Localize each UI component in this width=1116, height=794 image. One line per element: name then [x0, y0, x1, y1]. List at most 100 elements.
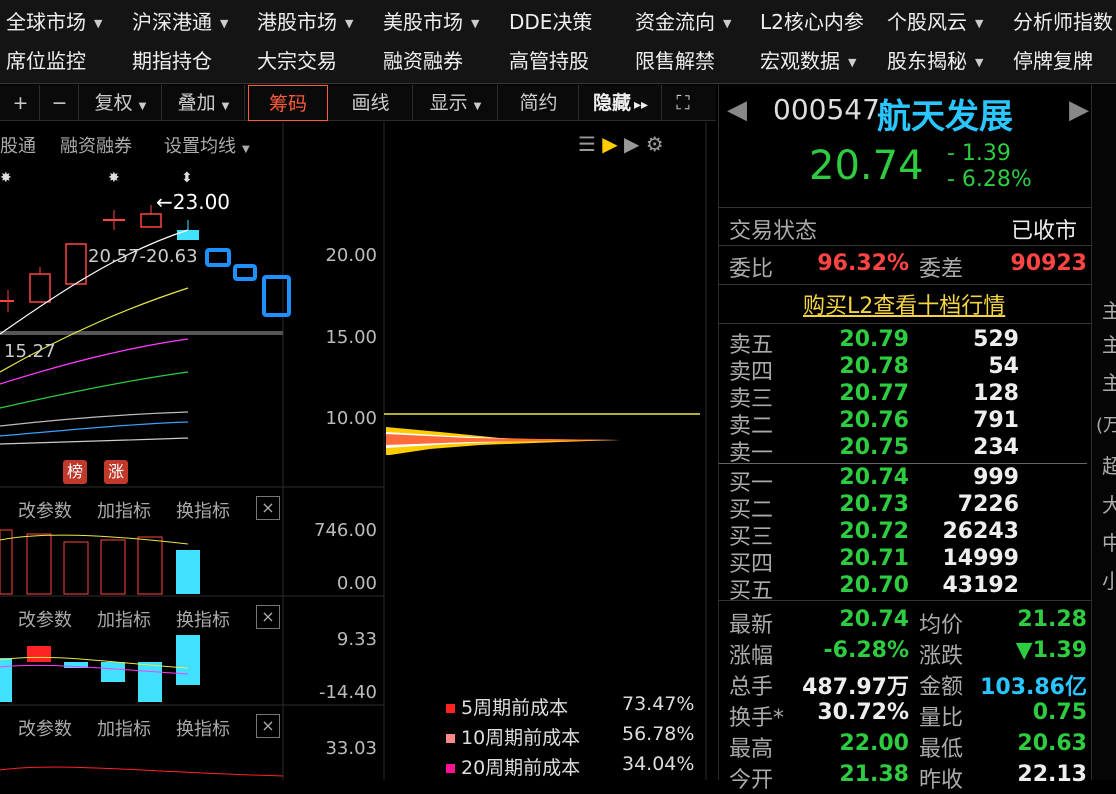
stat-value: 20.74	[839, 607, 909, 632]
next-stock-icon[interactable]: ▶	[1069, 95, 1089, 125]
nav-label: 大宗交易	[257, 49, 337, 73]
nav-hk-stocks[interactable]: 港股市场 ▼	[257, 2, 353, 44]
ask-price: 20.78	[839, 354, 909, 379]
last-price: 20.74	[809, 143, 924, 189]
tab-margin[interactable]: 融资融券	[60, 132, 132, 158]
ranking-badge[interactable]: 榜	[63, 460, 87, 484]
cost-legend-value: 56.78%	[622, 723, 695, 745]
switch-indicator-button[interactable]: 换指标	[176, 715, 230, 741]
divider	[719, 463, 1087, 464]
fuquan-dropdown[interactable]: 复权 ▼	[80, 85, 162, 121]
nav-seat-monitor[interactable]: 席位监控	[6, 41, 86, 81]
chevron-down-icon: ▼	[723, 16, 732, 30]
chevron-down-icon: ▼	[345, 16, 354, 30]
nav-dde[interactable]: DDE决策	[509, 2, 592, 42]
side-label: 超	[1102, 454, 1116, 478]
divider	[719, 600, 1091, 601]
nav-us-stocks[interactable]: 美股市场 ▼	[383, 2, 479, 44]
side-label: (万	[1096, 415, 1116, 436]
bid-volume: 26243	[942, 519, 1019, 544]
close-icon[interactable]: ×	[256, 496, 280, 520]
hide-label: 隐藏	[592, 92, 631, 114]
close-icon[interactable]: ×	[256, 605, 280, 629]
play-icon[interactable]: ▶	[602, 132, 617, 156]
switch-indicator-button[interactable]: 换指标	[176, 606, 230, 632]
draw-line-button[interactable]: 画线	[329, 85, 413, 121]
chevron-down-icon: ▼	[221, 101, 230, 112]
nav-macro-data[interactable]: 宏观数据 ▼	[760, 41, 856, 83]
stat-value: 0.75	[1032, 700, 1087, 725]
edit-params-button[interactable]: 改参数	[18, 497, 72, 523]
nav-global-market[interactable]: 全球市场 ▼	[6, 2, 102, 44]
switch-indicator-button[interactable]: 换指标	[176, 497, 230, 523]
y-tick-label: 0.00	[336, 573, 377, 594]
add-indicator-button[interactable]: 加指标	[97, 606, 151, 632]
y-tick-label: 9.33	[336, 629, 377, 650]
fuquan-label: 复权	[94, 92, 133, 114]
divider	[719, 207, 1091, 208]
stat-label: 最高	[729, 737, 774, 762]
zoom-in-button[interactable]: +	[2, 85, 40, 121]
double-arrow-icon: ▸▸	[633, 97, 649, 113]
nav-block-trade[interactable]: 大宗交易	[257, 41, 337, 81]
y-tick-label: 33.03	[325, 738, 377, 759]
cost-legend-value: 34.04%	[622, 753, 695, 775]
bid-price: 20.73	[839, 492, 909, 517]
add-indicator-button[interactable]: 加指标	[97, 715, 151, 741]
stat-value: 487.97万	[802, 675, 909, 700]
y-tick-label: 746.00	[314, 520, 377, 541]
stat-value: 21.28	[1017, 607, 1087, 632]
y-tick-label: 10.00	[325, 408, 377, 429]
ma-settings-label: 设置均线	[164, 136, 236, 157]
nav-stock-news[interactable]: 个股风云 ▼	[887, 2, 983, 44]
ask-volume: 529	[973, 327, 1019, 352]
fullscreen-icon[interactable]: ⛶	[663, 85, 703, 121]
legend-label: 10周期前成本	[461, 727, 581, 749]
list-icon[interactable]: ☰	[578, 132, 596, 156]
stat-label: 换手*	[729, 706, 785, 731]
close-icon[interactable]: ×	[256, 714, 280, 738]
ma-settings-dropdown[interactable]: 设置均线 ▼	[164, 132, 250, 158]
nav-hk-connect[interactable]: 沪深港通 ▼	[132, 2, 228, 44]
bid-price: 20.74	[839, 465, 909, 490]
chevron-down-icon: ▼	[94, 16, 103, 30]
add-indicator-button[interactable]: 加指标	[97, 497, 151, 523]
stat-label: 涨跌	[919, 644, 964, 669]
nav-suspension[interactable]: 停牌复牌	[1013, 41, 1093, 81]
gear-icon[interactable]: ⚙	[646, 132, 664, 156]
nav-l2-insider[interactable]: L2核心内参	[760, 2, 864, 42]
display-dropdown[interactable]: 显示 ▼	[414, 85, 498, 121]
nav-fund-flow[interactable]: 资金流向 ▼	[635, 2, 731, 44]
edit-params-button[interactable]: 改参数	[18, 606, 72, 632]
tab-hk-connect[interactable]: 股通	[0, 132, 36, 158]
limit-up-badge[interactable]: 涨	[104, 460, 128, 484]
side-panel-cut: 主 主 主 (万 超 大 中 小	[1091, 85, 1116, 780]
nav-lockup-expiry[interactable]: 限售解禁	[635, 41, 715, 81]
nav-analyst-index[interactable]: 分析师指数	[1013, 2, 1113, 42]
edit-params-button[interactable]: 改参数	[18, 715, 72, 741]
ask-price: 20.79	[839, 327, 909, 352]
flag-icon[interactable]: ▶	[624, 132, 639, 156]
chouma-button[interactable]: 筹码	[248, 85, 328, 121]
stock-name: 航天发展	[877, 97, 1013, 137]
nav-label: 个股风云	[887, 10, 967, 34]
hide-button[interactable]: 隐藏 ▸▸	[580, 85, 662, 121]
simple-mode-button[interactable]: 简约	[499, 85, 579, 121]
nav-exec-holdings[interactable]: 高管持股	[509, 41, 589, 81]
zoom-out-button[interactable]: −	[41, 85, 79, 121]
nav-shareholders[interactable]: 股东揭秘 ▼	[887, 41, 983, 83]
overlay-dropdown[interactable]: 叠加 ▼	[163, 85, 245, 121]
nav-margin-trading[interactable]: 融资融券	[383, 41, 463, 81]
l2-purchase-link[interactable]: 购买L2查看十档行情	[803, 288, 1005, 320]
nav-label: 期指持仓	[132, 49, 212, 73]
nav-label: 沪深港通	[132, 10, 212, 34]
volume-bars	[0, 529, 200, 595]
svg-text:⬍: ⬍	[181, 170, 193, 186]
nav-row-2: 席位监控 期指持仓 大宗交易 融资融券 高管持股 限售解禁 宏观数据 ▼ 股东揭秘…	[0, 41, 1116, 81]
high-price-annotation: ←23.00	[156, 190, 231, 214]
nav-label: 全球市场	[6, 10, 86, 34]
prev-stock-icon[interactable]: ◀	[727, 95, 747, 125]
nav-futures-position[interactable]: 期指持仓	[132, 41, 212, 81]
bid-volume: 999	[973, 465, 1019, 490]
ask-price: 20.75	[839, 435, 909, 460]
